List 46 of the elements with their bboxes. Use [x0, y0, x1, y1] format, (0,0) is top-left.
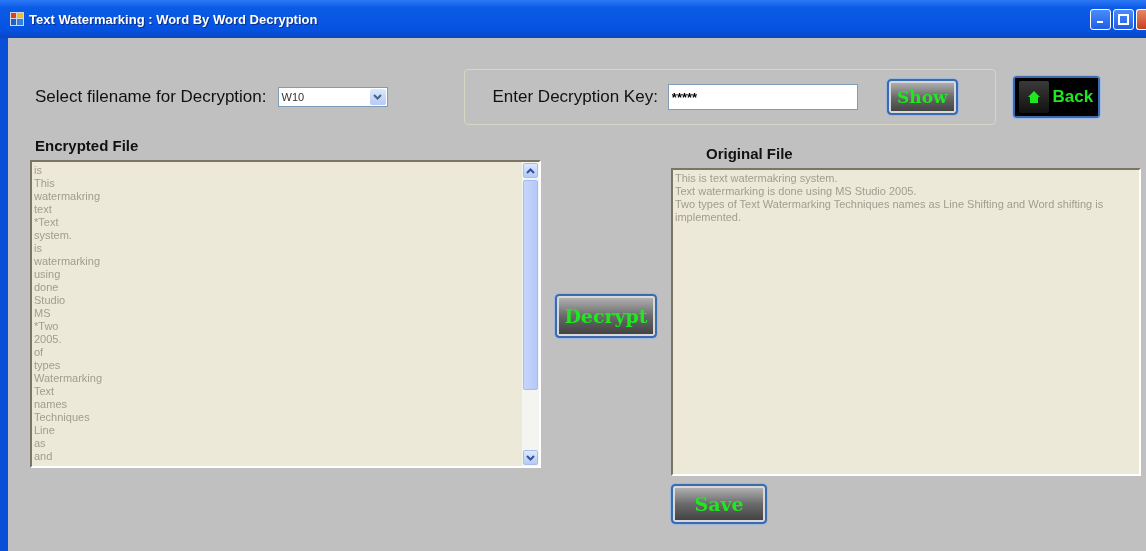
text-line: Text watermarking is done using MS Studio 2005.	[675, 185, 918, 198]
text-line: text	[34, 203, 53, 216]
scrollbar[interactable]	[522, 162, 539, 466]
text-line: watermakring	[34, 190, 102, 203]
text-area[interactable]: This is text watermakring system. Text watermarking is done using MS Studio 2005. Two types of Text Watermarking Techniques names as Line Shifting and Word shifting is implemented.	[671, 168, 1141, 476]
text-line: Line	[34, 424, 56, 437]
home-icon	[1026, 90, 1041, 104]
close-icon[interactable]	[1136, 8, 1146, 30]
text-line: *Text	[34, 216, 60, 229]
section-heading: Original File	[706, 145, 794, 164]
text-line: Techniques	[34, 411, 91, 424]
text-line: done	[34, 281, 60, 294]
field-label: Enter Decryption Key:	[492, 87, 658, 107]
text-line: and	[34, 450, 54, 463]
text-line: of	[34, 346, 45, 359]
window-title: Text Watermarking : Word By Word Decryption	[29, 11, 319, 27]
text-line: Two types of Text Watermarking Techniques names as Line Shifting and Word shifting is implemented.	[675, 198, 1105, 224]
back-button[interactable]: Back	[1012, 76, 1100, 118]
text-area[interactable]: is This watermakring text *Text system. is watermarking using done Studio MS *Two 2005. of types Watermarking Text names Techniques Line as and	[30, 160, 541, 468]
show-button[interactable]: Show	[886, 79, 958, 115]
text-line: is	[34, 242, 43, 255]
text-line: Text	[34, 385, 56, 398]
text-line: 2005.	[34, 333, 63, 346]
text-line: This is text watermakring system.	[675, 172, 839, 185]
text-line: names	[34, 398, 69, 411]
scroll-thumb[interactable]	[523, 180, 538, 390]
file-dropdown[interactable]: W10	[277, 87, 388, 107]
text-line: types	[34, 359, 62, 372]
text-line: watermarking	[34, 255, 102, 268]
maximize-icon[interactable]	[1113, 8, 1134, 30]
minimize-icon[interactable]	[1090, 8, 1111, 30]
text-line: Studio	[34, 294, 67, 307]
key-field[interactable]: *****	[667, 84, 858, 110]
decrypt-button[interactable]: Decrypt	[555, 294, 657, 338]
text-line: MS	[34, 307, 52, 320]
section-heading: Encrypted File	[35, 137, 140, 156]
app-icon	[10, 12, 24, 26]
text-line: *Two	[34, 320, 60, 333]
text-line: using	[34, 268, 62, 281]
text-line: as	[34, 437, 47, 450]
field-label: Select filename for Decryption:	[35, 87, 267, 107]
save-button[interactable]: Save	[671, 484, 767, 524]
text-line: is	[34, 164, 43, 177]
text-line: Watermarking	[34, 372, 104, 385]
text-line: system.	[34, 229, 73, 242]
text-line: This	[34, 177, 56, 190]
